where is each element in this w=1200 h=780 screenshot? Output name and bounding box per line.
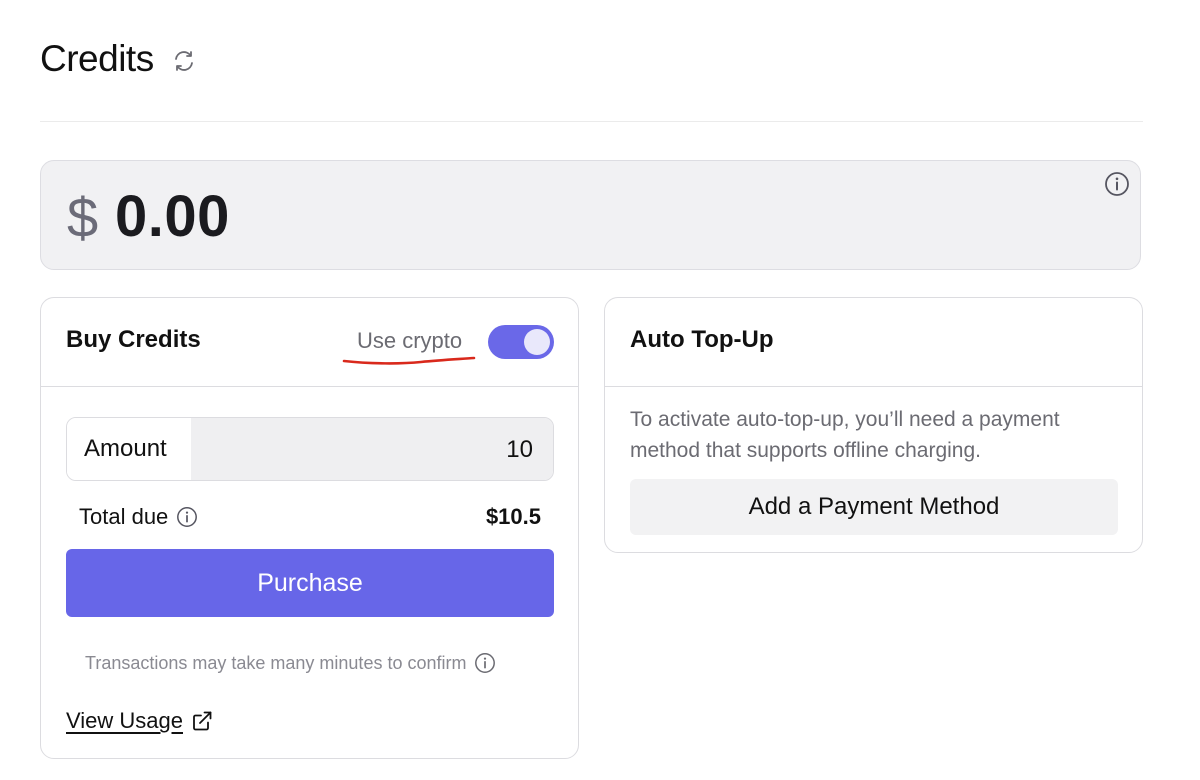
info-icon[interactable] [474, 652, 496, 674]
buy-credits-card: Buy Credits Use crypto Amount Total due [40, 297, 579, 759]
amount-field: Amount [66, 417, 554, 481]
transaction-note-text: Transactions may take many minutes to co… [85, 652, 467, 673]
purchase-button[interactable]: Purchase [66, 549, 554, 617]
balance-card: $ 0.00 [40, 160, 1141, 270]
use-crypto-toggle[interactable] [488, 325, 554, 359]
auto-top-up-card: Auto Top-Up To activate auto-top-up, you… [604, 297, 1143, 553]
buy-credits-title: Buy Credits [66, 326, 201, 353]
amount-label: Amount [67, 418, 191, 480]
transaction-note: Transactions may take many minutes to co… [85, 652, 496, 674]
balance-amount: 0.00 [115, 184, 230, 249]
add-payment-method-button[interactable]: Add a Payment Method [630, 479, 1118, 535]
annotation-underline [342, 356, 476, 365]
info-icon[interactable] [176, 506, 198, 528]
buy-credits-header: Buy Credits Use crypto [41, 298, 578, 387]
header-divider [40, 121, 1143, 122]
view-usage-label[interactable]: View Usage [66, 708, 183, 734]
view-usage-link[interactable]: View Usage [66, 708, 213, 734]
page-header: Credits [40, 38, 196, 80]
total-due-row: Total due $10.5 [79, 502, 541, 532]
auto-top-up-description: To activate auto-top-up, you’ll need a p… [630, 408, 1060, 462]
refresh-icon[interactable] [172, 49, 196, 73]
total-due-label: Total due [79, 504, 169, 529]
auto-top-up-header: Auto Top-Up [605, 298, 1142, 387]
use-crypto-label: Use crypto [357, 328, 463, 353]
credits-page: Credits $ 0.00 Buy Credits Use crypto Am… [0, 0, 1200, 780]
auto-top-up-title: Auto Top-Up [630, 326, 774, 353]
total-due-value: $10.5 [485, 504, 541, 529]
balance-currency: $ [67, 186, 99, 249]
info-icon[interactable] [1104, 171, 1130, 197]
page-title: Credits [40, 38, 154, 79]
external-link-icon [191, 710, 213, 732]
toggle-knob [524, 329, 550, 355]
amount-input[interactable] [191, 418, 553, 480]
